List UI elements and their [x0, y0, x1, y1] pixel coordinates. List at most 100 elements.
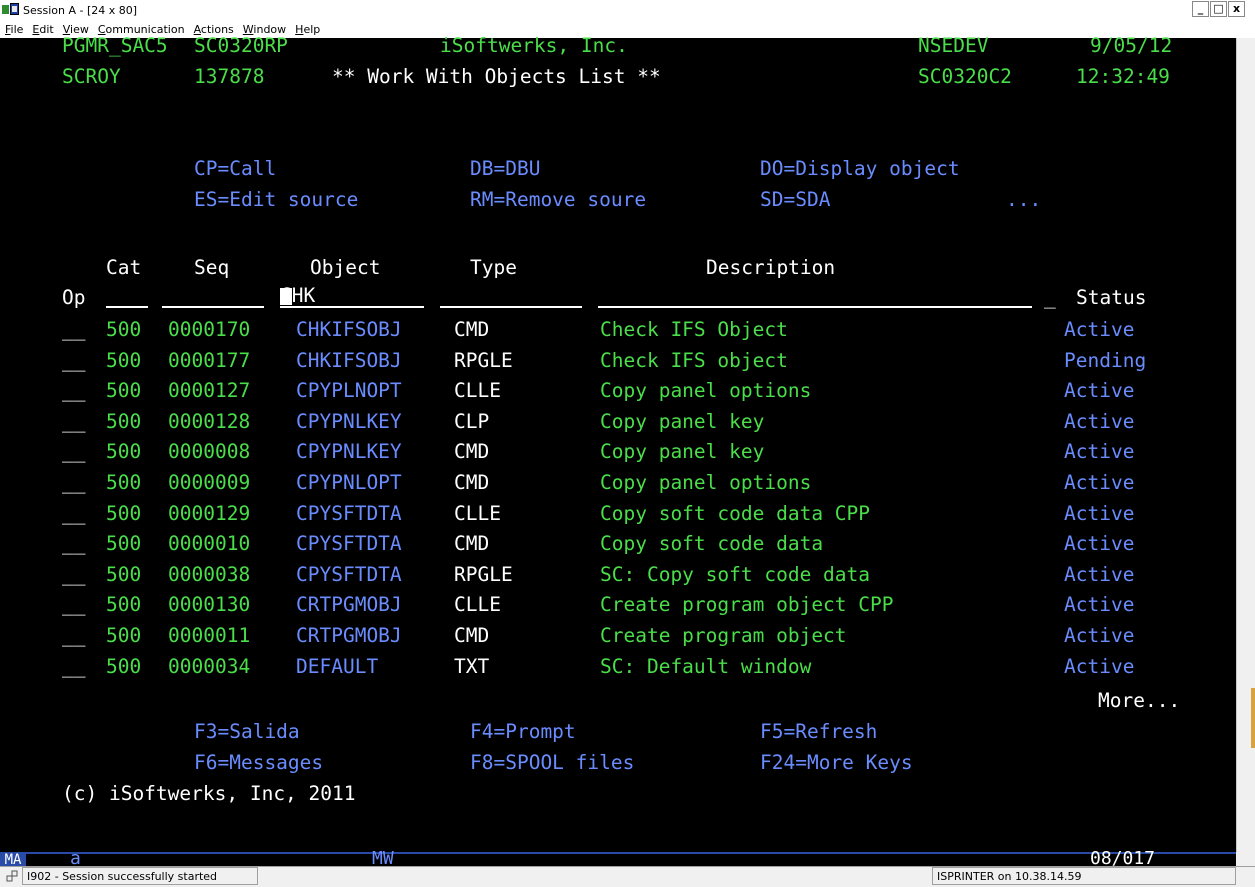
description-filter-input[interactable]: [598, 306, 1032, 308]
row-object: CHKIFSOBJ: [296, 318, 402, 341]
row-status: Active: [1064, 409, 1135, 433]
fkey-f3-exit[interactable]: F3=Salida: [194, 718, 300, 746]
window-controls: _ □ x: [1192, 1, 1245, 17]
row-op-input[interactable]: __: [62, 469, 85, 497]
row-cat: 500: [106, 471, 142, 494]
row-op-input[interactable]: __: [62, 408, 85, 436]
row-description: Copy panel options: [600, 471, 812, 494]
row-status: Active: [1064, 440, 1135, 464]
maximize-button[interactable]: □: [1210, 1, 1227, 17]
row-seq: 0000010: [168, 532, 251, 556]
status-message: I902 - Session successfully started: [22, 867, 258, 885]
row-object: DEFAULT: [296, 654, 379, 678]
row-op-input[interactable]: __: [62, 500, 85, 528]
cat-filter-input[interactable]: [106, 306, 148, 308]
row-object: CRTPGMOBJ: [296, 624, 402, 647]
row-status: Active: [1064, 501, 1135, 525]
row-type: CLLE: [454, 501, 501, 525]
row-op-input[interactable]: __: [62, 438, 85, 466]
row-seq: 0000011: [168, 624, 251, 647]
fkey-f6-messages[interactable]: F6=Messages: [194, 749, 323, 777]
row-seq: 0000128: [168, 409, 251, 433]
row-description: SC: Default window: [600, 654, 812, 678]
row-op-input[interactable]: __: [62, 530, 85, 558]
row-status: Active: [1064, 654, 1135, 678]
row-op-input[interactable]: __: [62, 591, 85, 619]
option-display-object: DO=Display object: [760, 157, 960, 180]
menu-edit[interactable]: Edit: [32, 23, 53, 36]
terminal-screen[interactable]: PGMR_SAC5 SC0320RP iSoftwerks, Inc. NSED…: [0, 34, 1236, 852]
header-user2: SCROY: [62, 65, 121, 88]
menu-file[interactable]: File: [5, 23, 23, 36]
row-cat: 500: [106, 624, 142, 647]
status-bar: I902 - Session successfully started ISPR…: [0, 866, 1255, 887]
row-type: CLLE: [454, 593, 501, 617]
row-seq: 0000034: [168, 654, 251, 678]
row-seq: 0000038: [168, 562, 251, 586]
right-edge-strip: [1236, 38, 1255, 852]
column-cat: Cat: [106, 256, 142, 279]
row-cat: 500: [106, 562, 142, 586]
row-description: Copy panel key: [600, 440, 765, 464]
row-description: SC: Copy soft code data: [600, 562, 871, 586]
row-cat: 500: [106, 348, 142, 372]
connection-icon: [6, 870, 18, 882]
row-status: Active: [1064, 532, 1135, 556]
row-description: Copy soft code data CPP: [600, 501, 871, 525]
row-object: CPYPNLKEY: [296, 440, 402, 464]
page-title: ** Work With Objects List **: [332, 65, 661, 88]
row-op-input[interactable]: __: [62, 347, 85, 375]
row-object: CPYPNLKEY: [296, 409, 402, 433]
type-filter-input[interactable]: [440, 306, 582, 308]
row-status: Pending: [1064, 348, 1147, 372]
row-seq: 0000009: [168, 471, 251, 494]
header-company: iSoftwerks, Inc.: [440, 34, 628, 57]
status-filter-input[interactable]: _: [1044, 284, 1056, 312]
menu-help[interactable]: Help: [295, 23, 320, 36]
row-seq: 0000177: [168, 348, 251, 372]
minimize-button[interactable]: _: [1192, 1, 1209, 17]
row-cat: 500: [106, 409, 142, 433]
header-user: PGMR_SAC5: [62, 34, 168, 57]
column-type: Type: [470, 256, 517, 279]
header-system: NSEDEV: [918, 34, 989, 57]
fkey-f5-refresh[interactable]: F5=Refresh: [760, 718, 877, 746]
row-status: Active: [1064, 562, 1135, 586]
row-description: Create program object CPP: [600, 593, 894, 617]
row-status: Active: [1064, 471, 1135, 494]
row-type: CMD: [454, 440, 490, 464]
row-op-input[interactable]: __: [62, 561, 85, 589]
row-op-input[interactable]: __: [62, 653, 85, 681]
row-type: CMD: [454, 624, 490, 647]
fkey-f24-more-keys[interactable]: F24=More Keys: [760, 749, 913, 777]
row-type: RPGLE: [454, 562, 513, 586]
header-date: 9/05/12: [1090, 34, 1173, 57]
row-object: CPYSFTDTA: [296, 501, 402, 525]
fkey-f8-spool-files[interactable]: F8=SPOOL files: [470, 749, 634, 777]
more-indicator: More...: [1098, 689, 1181, 712]
row-cat: 500: [106, 440, 142, 464]
row-object: CRTPGMOBJ: [296, 593, 402, 617]
row-status: Active: [1064, 624, 1135, 647]
header-display-file: SC0320C2: [918, 65, 1012, 88]
row-object: CHKIFSOBJ: [296, 348, 402, 372]
row-op-input[interactable]: __: [62, 316, 85, 344]
header-time: 12:32:49: [1076, 65, 1170, 88]
edge-accent: [1251, 688, 1255, 748]
row-cat: 500: [106, 654, 142, 678]
row-op-input[interactable]: __: [62, 377, 85, 405]
row-object: CPYPLNOPT: [296, 379, 402, 403]
row-description: Copy soft code data: [600, 532, 824, 556]
row-description: Copy panel key: [600, 409, 765, 433]
close-button[interactable]: x: [1228, 1, 1245, 17]
row-op-input[interactable]: __: [62, 622, 85, 650]
row-status: Active: [1064, 593, 1135, 617]
row-status: Active: [1064, 318, 1135, 341]
seq-filter-input[interactable]: [162, 306, 264, 308]
option-edit-source: ES=Edit source: [194, 188, 359, 211]
column-description: Description: [706, 256, 836, 279]
row-seq: 0000170: [168, 318, 251, 341]
option-dbu: DB=DBU: [470, 157, 541, 180]
fkey-f4-prompt[interactable]: F4=Prompt: [470, 718, 576, 746]
row-cat: 500: [106, 593, 142, 617]
